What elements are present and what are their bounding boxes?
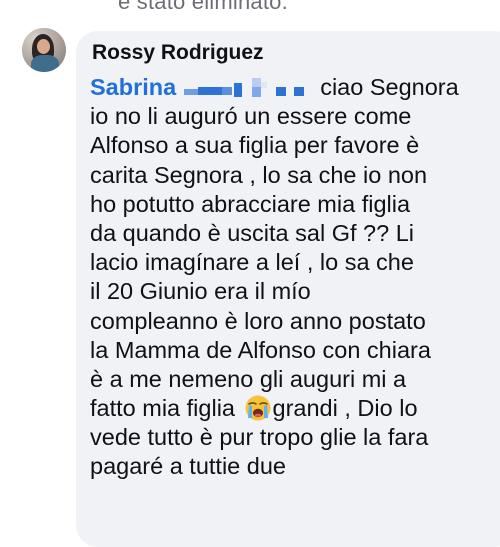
comment-line: fatto mia figlia grandi , Dio lo: [90, 394, 418, 422]
comment-line: carita Segnora , lo sa che io non: [90, 161, 428, 188]
commenter-avatar[interactable]: [22, 28, 66, 72]
comment-line: pagaré a tuttie due: [90, 453, 286, 480]
comment-line: compleanno è loro anno postato: [90, 307, 426, 334]
comment-line: ho potutto abracciare mia figlia: [90, 190, 411, 217]
redacted-name-block: [184, 77, 310, 97]
comment-line: la Mamma de Alfonso con chiara: [90, 336, 431, 363]
comment-line: vede tutto è pur tropo glie la fara: [90, 424, 429, 451]
deleted-notice-text: è stato eliminato.: [118, 0, 288, 14]
comment-line: io no li auguró un essere come: [90, 103, 412, 130]
comment-line: Sabrina ciao Segnora: [90, 74, 459, 100]
loudly-crying-face-icon: [244, 394, 272, 422]
comment-line: da quando è uscita sal Gf ?? Li: [90, 219, 414, 246]
comment-line: Alfonso a sua figlia per favore è: [90, 132, 420, 159]
mentioned-user-name[interactable]: Sabrina: [90, 74, 176, 100]
comment-author-name[interactable]: Rossy Rodriguez: [92, 41, 264, 65]
comment-line: lacio imagínare a leí , lo sa che: [90, 249, 414, 276]
comment-text: Sabrina ciao Segnora io no li auguró un …: [90, 73, 500, 482]
comment-line: è a me nemeno gli auguri mi a: [90, 365, 407, 392]
comment-line: il 20 Giunio era il mío: [90, 278, 311, 305]
